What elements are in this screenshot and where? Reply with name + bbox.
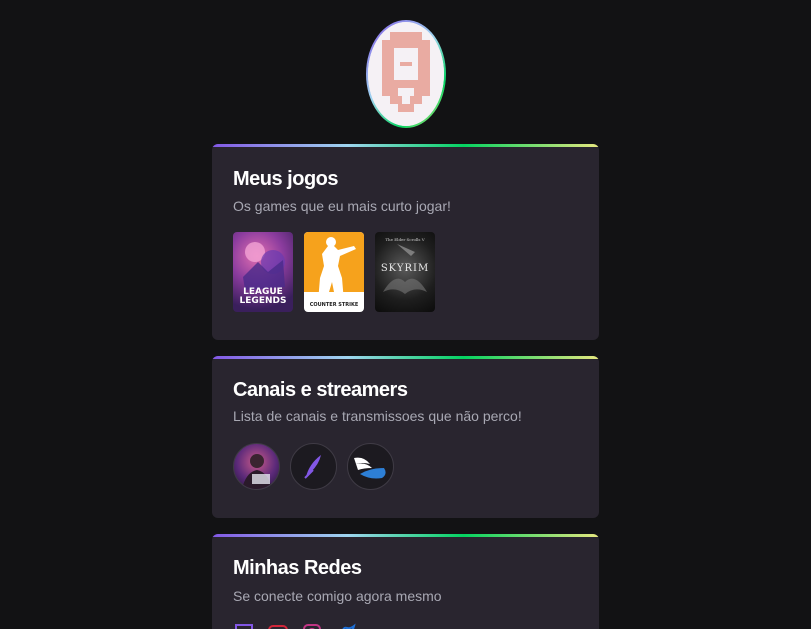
game-skyrim[interactable]: The Elder Scrolls V SKYRIM [375, 232, 435, 312]
channel-winged-boot[interactable] [347, 443, 394, 490]
games-card-title: Meus jogos [233, 168, 339, 190]
twitch-icon[interactable] [233, 622, 255, 629]
streams-card: Canais e streamers Lista de canais e tra… [212, 356, 599, 518]
purple-feather-icon [304, 455, 321, 479]
page: Meus jogos Os games que eu mais curto jo… [0, 0, 811, 629]
social-card-description: Se conecte comigo agora mesmo [233, 588, 442, 604]
dragon-emblem-icon [383, 244, 427, 294]
twitter-icon[interactable] [335, 622, 357, 629]
social-card: Minhas Redes Se conecte comigo agora mes… [212, 534, 599, 629]
streams-card-description: Lista de canais e transmissoes que não p… [233, 408, 522, 424]
channel-feather[interactable] [290, 443, 337, 490]
games-card: Meus jogos Os games que eu mais curto jo… [212, 144, 599, 340]
streamer-photo-avatar [242, 454, 272, 489]
channels-list [233, 443, 394, 490]
youtube-icon[interactable] [267, 622, 289, 629]
soldier-silhouette-icon [318, 237, 356, 302]
game-lol-cover-text: LEAGUE LEGENDS [239, 287, 287, 306]
game-counter-strike[interactable]: COUNTER STRIKE [304, 232, 364, 312]
social-card-title: Minhas Redes [233, 557, 362, 579]
social-links [233, 622, 357, 629]
profile-avatar [366, 20, 446, 128]
games-list: LEAGUE LEGENDS COUNTER STRIKE The Elder … [233, 232, 435, 312]
game-league-of-legends[interactable]: LEAGUE LEGENDS [233, 232, 293, 312]
channel-streamer-photo[interactable] [233, 443, 280, 490]
winged-boot-icon [354, 457, 386, 479]
instagram-icon[interactable] [301, 622, 323, 629]
streams-card-title: Canais e streamers [233, 379, 408, 401]
games-card-description: Os games que eu mais curto jogar! [233, 198, 451, 214]
pixel-avatar-icon [368, 22, 444, 126]
game-cs-cover-text: COUNTER STRIKE [309, 302, 359, 308]
